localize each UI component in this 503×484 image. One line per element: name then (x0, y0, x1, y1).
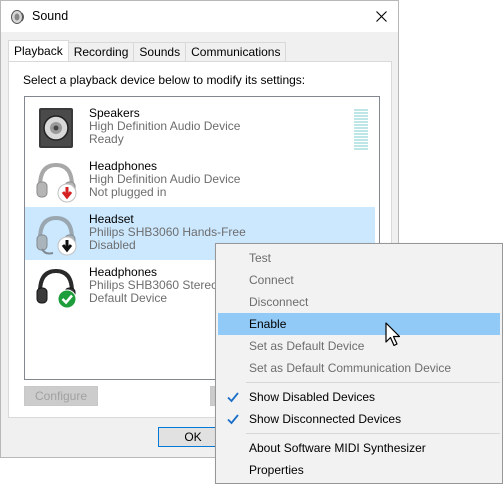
menu-item-set-default-device[interactable]: Set as Default Device (218, 335, 500, 357)
menu-separator (246, 433, 500, 434)
tab-playback[interactable]: Playback (8, 40, 69, 61)
menu-item-label: Show Disconnected Devices (249, 412, 402, 426)
menu-item-enable[interactable]: Enable (218, 313, 500, 335)
device-name: Speakers (89, 106, 140, 120)
menu-item-about-midi[interactable]: About Software MIDI Synthesizer (218, 437, 500, 459)
device-description: Philips SHB3060 Hands-Free (89, 225, 246, 239)
menu-item-test[interactable]: Test (218, 247, 500, 269)
window-title: Sound (32, 9, 69, 23)
close-button[interactable] (364, 1, 398, 32)
device-name: Headphones (89, 159, 158, 173)
checkmark-icon (227, 392, 239, 403)
sound-app-icon (11, 10, 24, 24)
menu-item-properties[interactable]: Properties (218, 459, 500, 481)
title-bar[interactable]: Sound (1, 1, 398, 32)
device-description: High Definition Audio Device (89, 172, 241, 186)
checkmark-icon (227, 414, 239, 425)
menu-item-set-default-communication[interactable]: Set as Default Communication Device (218, 357, 500, 379)
headphones-default-icon (36, 268, 77, 309)
tab-recording[interactable]: Recording (67, 42, 135, 61)
close-icon (375, 11, 387, 22)
headphones-unplugged-icon (36, 162, 77, 203)
configure-button[interactable]: Configure (24, 386, 98, 406)
menu-separator (246, 382, 500, 383)
menu-item-label: Show Disabled Devices (249, 390, 376, 404)
device-name: Headphones (89, 265, 158, 279)
device-description: Philips SHB3060 Stereo (89, 278, 218, 292)
menu-item-show-disabled[interactable]: Show Disabled Devices (218, 386, 500, 408)
device-name: Headset (89, 212, 134, 226)
headset-disabled-icon (36, 215, 77, 256)
instruction-text: Select a playback device below to modify… (23, 73, 306, 87)
device-status: Not plugged in (89, 185, 167, 199)
speaker-icon (39, 108, 73, 148)
menu-item-show-disconnected[interactable]: Show Disconnected Devices (218, 408, 500, 430)
mouse-cursor-icon (385, 322, 401, 347)
tab-strip: Playback Recording Sounds Communications (8, 40, 287, 61)
device-status: Default Device (89, 291, 168, 305)
volume-level-meter (354, 109, 368, 151)
menu-item-disconnect[interactable]: Disconnect (218, 291, 500, 313)
device-item-speakers[interactable]: Speakers High Definition Audio Device Re… (25, 101, 375, 154)
context-menu: Test Connect Disconnect Enable Set as De… (215, 243, 503, 484)
device-description: High Definition Audio Device (89, 119, 241, 133)
tab-communications[interactable]: Communications (185, 42, 287, 61)
device-status: Disabled (89, 238, 136, 252)
device-status: Ready (89, 132, 124, 146)
menu-item-connect[interactable]: Connect (218, 269, 500, 291)
device-item-headphones-hd[interactable]: Headphones High Definition Audio Device … (25, 154, 375, 207)
tab-sounds[interactable]: Sounds (133, 42, 187, 61)
